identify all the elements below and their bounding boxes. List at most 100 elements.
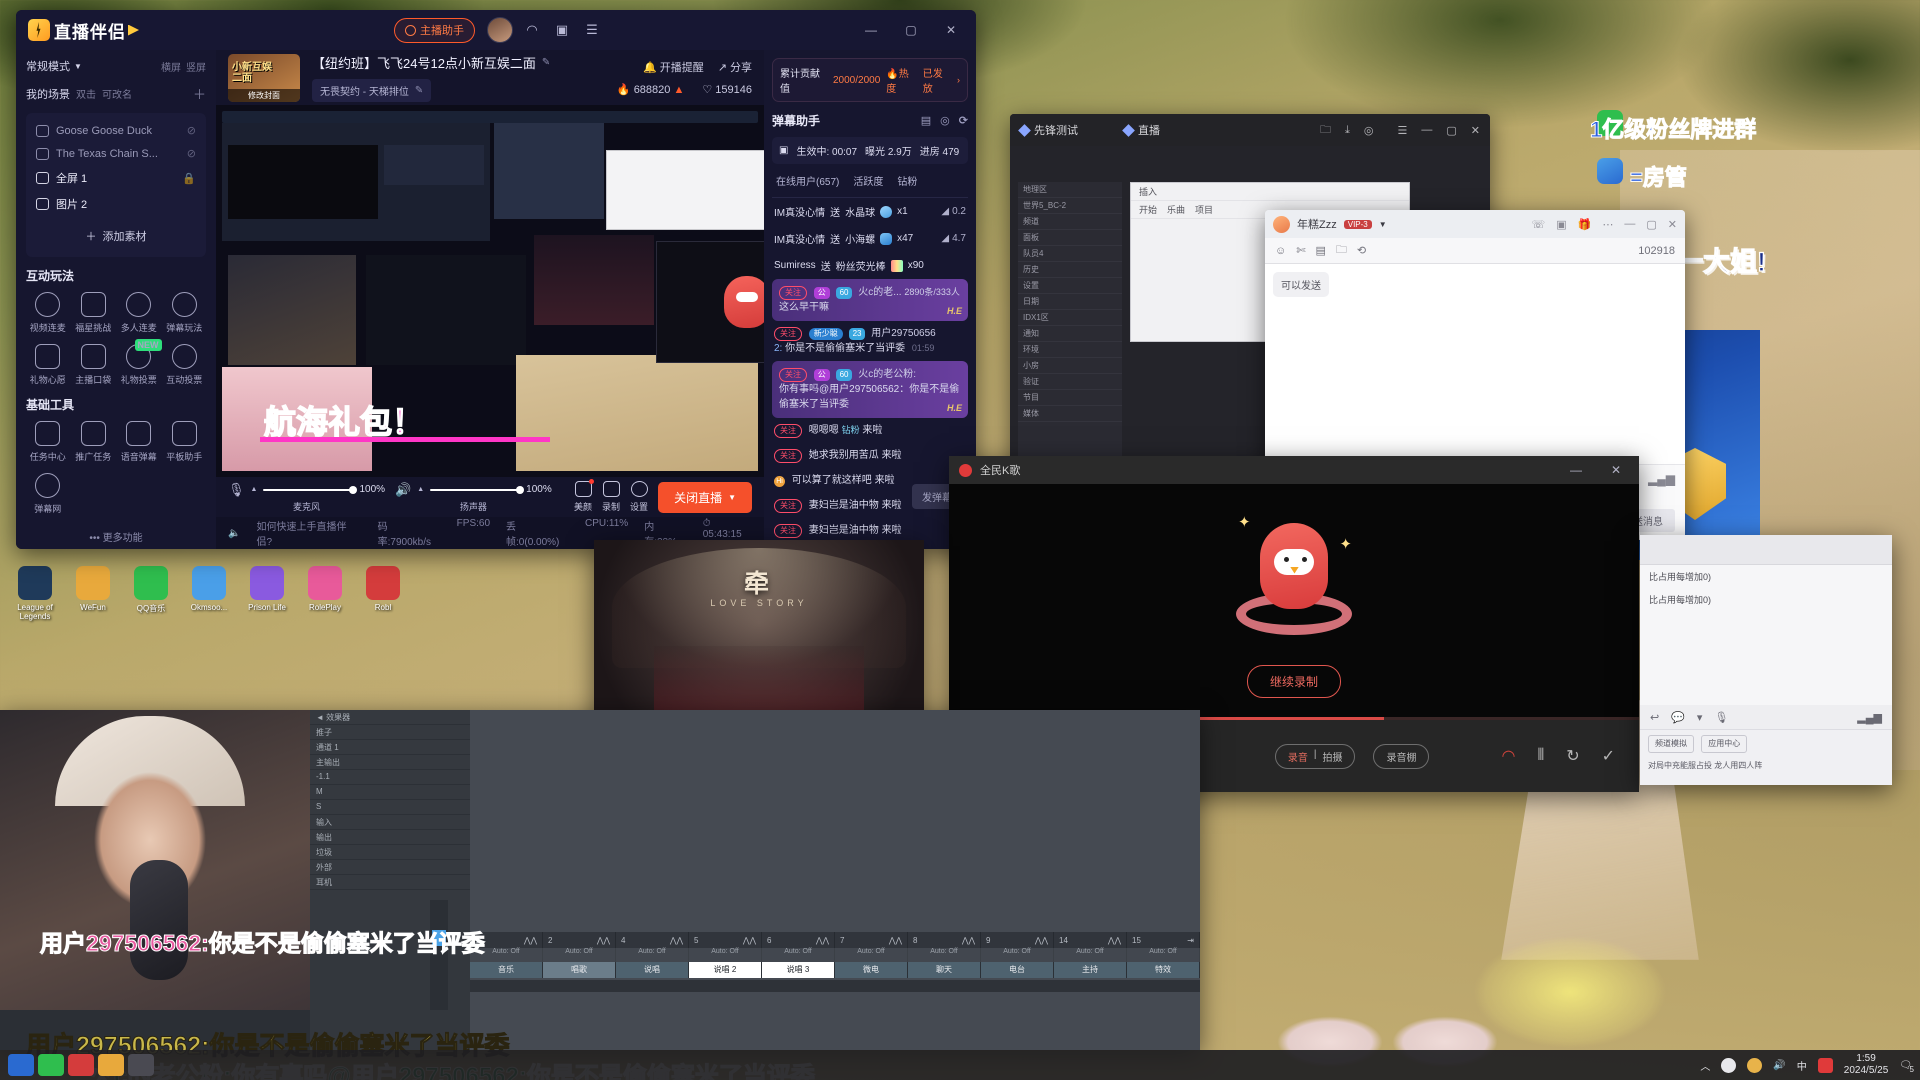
track-row[interactable]: M: [310, 785, 470, 800]
track-row[interactable]: 垃圾: [310, 845, 470, 860]
automation-cell[interactable]: Auto: Off: [543, 948, 616, 962]
close-button[interactable]: ✕: [938, 19, 964, 41]
stream-preview[interactable]: 航海礼包！: [216, 105, 764, 477]
comment-icon[interactable]: 💬: [1671, 711, 1685, 724]
video-icon[interactable]: ▣: [1556, 218, 1566, 231]
maximize-button[interactable]: ▢: [1446, 124, 1456, 137]
mic-control[interactable]: 🎙 ▲ 100% 麦克风: [228, 482, 385, 513]
follow-tag[interactable]: 关注: [774, 327, 802, 341]
sogou-icon[interactable]: [1817, 1057, 1833, 1073]
more-functions-button[interactable]: ••• 更多功能: [26, 529, 206, 544]
automation-cell[interactable]: Auto: Off: [762, 948, 835, 962]
automation-cell[interactable]: Auto: Off: [981, 948, 1054, 962]
mode-toggle[interactable]: 录音 | 拍摄: [1274, 743, 1356, 769]
minimize-button[interactable]: —: [1421, 124, 1432, 136]
tool-voice-danmu[interactable]: 语音弹幕: [117, 421, 161, 463]
avatar[interactable]: [487, 17, 513, 43]
horizontal-screen-option[interactable]: 横屏: [161, 59, 181, 74]
daw-track-list[interactable]: ◄ 效果器 推子 通道 1 主输出 -1.1 M S 输入 输出 垃圾 外部 耳…: [310, 710, 470, 930]
channel-header[interactable]: 2 ⋀⋀: [543, 932, 616, 948]
follow-tag[interactable]: 关注: [779, 368, 807, 382]
mic-icon[interactable]: 🎙: [1714, 711, 1728, 724]
automation-cell[interactable]: Auto: Off: [908, 948, 981, 962]
list-item[interactable]: 媒体: [1018, 406, 1122, 422]
tool-multi-mic[interactable]: 多人连麦: [117, 292, 161, 334]
list-item[interactable]: 地理区: [1018, 182, 1122, 198]
desktop-icon[interactable]: WeFun: [62, 566, 124, 612]
chevron-down-icon[interactable]: ▼: [1379, 220, 1387, 229]
follow-tag[interactable]: 关注: [774, 449, 802, 463]
ime-language-indicator[interactable]: 中: [1797, 1058, 1807, 1073]
channel-name[interactable]: 音乐: [470, 962, 543, 978]
vertical-screen-option[interactable]: 竖屏: [186, 59, 206, 74]
desktop-icon[interactable]: QQ音乐: [120, 566, 182, 614]
eye-off-icon[interactable]: ⊘: [187, 147, 196, 160]
automation-cell[interactable]: Auto: Off: [1054, 948, 1127, 962]
follow-tag[interactable]: 关注: [779, 286, 807, 300]
desktop-icon[interactable]: Prison Life: [236, 566, 298, 612]
tool-shield-star[interactable]: 福星挑战: [72, 292, 116, 334]
stream-cover[interactable]: 小新互娱 二面 修改封面: [228, 53, 300, 102]
tool-gift-wish[interactable]: 礼物心愿: [26, 344, 70, 386]
track-row[interactable]: ◄ 效果器: [310, 710, 470, 725]
studio-button[interactable]: 录音棚: [1373, 743, 1430, 769]
list-view-icon[interactable]: ▤: [921, 114, 931, 127]
scene-item[interactable]: 全屏 1 🔒: [32, 165, 200, 191]
category-tag[interactable]: 无畏契约 - 天梯排位 ✎: [312, 79, 432, 102]
volume-icon[interactable]: 🔊: [1773, 1060, 1785, 1071]
desktop-icon[interactable]: League of Legends: [4, 566, 66, 621]
follow-tag[interactable]: 关注: [774, 524, 802, 538]
menu-icon[interactable]: ☰: [581, 19, 603, 41]
list-item[interactable]: 设置: [1018, 278, 1122, 294]
chevron-up-icon[interactable]: ︿: [1700, 1058, 1710, 1073]
desktop-icon[interactable]: RolePlay: [294, 566, 356, 612]
equalizer-icon[interactable]: ⫴: [1537, 747, 1544, 765]
speaker-control[interactable]: 🔊 ▲ 100% 扬声器: [395, 482, 552, 513]
maximize-button[interactable]: ▢: [898, 19, 924, 41]
folder-icon[interactable]: 🗀: [1320, 121, 1331, 140]
close-button[interactable]: ✕: [1471, 124, 1480, 137]
taskbar-item-browser[interactable]: [8, 1054, 34, 1076]
automation-cell[interactable]: Auto: Off: [616, 948, 689, 962]
notification-icon[interactable]: 🗨 5: [1899, 1060, 1914, 1074]
tool-danmu-play[interactable]: 弹幕玩法: [163, 292, 207, 334]
automation-cell[interactable]: Auto: Off: [689, 948, 762, 962]
channel-header[interactable]: 8 ⋀⋀: [908, 932, 981, 948]
channel-sim-button[interactable]: 频道模拟: [1648, 735, 1694, 753]
track-row[interactable]: 通道 1: [310, 740, 470, 755]
list-item[interactable]: IDX1区: [1018, 310, 1122, 326]
follow-tag[interactable]: 关注: [774, 424, 802, 438]
minimize-button[interactable]: —: [1624, 218, 1635, 231]
list-item[interactable]: 环境: [1018, 342, 1122, 358]
track-row[interactable]: S: [310, 800, 470, 815]
channel-header[interactable]: 4 ⋀⋀: [616, 932, 689, 948]
automation-cell[interactable]: Auto: Off: [1127, 948, 1200, 962]
close-button[interactable]: ✕: [1668, 218, 1677, 231]
channel-name[interactable]: 说唱: [616, 962, 689, 978]
tab-activity[interactable]: 活跃度: [853, 173, 883, 188]
minimize-button[interactable]: —: [1563, 459, 1589, 481]
grid-icon[interactable]: ▣: [551, 19, 573, 41]
image-icon[interactable]: ▤: [1315, 244, 1325, 257]
list-item[interactable]: 频道: [1018, 214, 1122, 230]
taskbar-item-ksong[interactable]: [68, 1054, 94, 1076]
mic-slider[interactable]: [263, 485, 358, 494]
list-item[interactable]: 面板: [1018, 230, 1122, 246]
project-label[interactable]: 项目: [1195, 203, 1213, 216]
automation-cell[interactable]: Auto: Off: [835, 948, 908, 962]
screenshot-icon[interactable]: ✄: [1296, 244, 1305, 257]
scene-item[interactable]: Goose Goose Duck ⊘: [32, 119, 200, 142]
list-item[interactable]: 队员4: [1018, 246, 1122, 262]
record-button[interactable]: 录制: [602, 481, 620, 513]
channel-name[interactable]: 电台: [981, 962, 1054, 978]
edit-category-icon[interactable]: ✎: [415, 85, 423, 96]
confirm-icon[interactable]: ✓: [1602, 746, 1615, 766]
list-item[interactable]: 通知: [1018, 326, 1122, 342]
speaker-slider[interactable]: [430, 485, 525, 494]
headset-icon[interactable]: ◠: [1501, 746, 1515, 766]
streamer-assistant-button[interactable]: 主播助手: [394, 17, 475, 43]
list-item[interactable]: 日期: [1018, 294, 1122, 310]
mute-button[interactable]: M: [316, 787, 323, 796]
edit-title-icon[interactable]: ✎: [542, 57, 550, 68]
file-icon[interactable]: 🗀: [1336, 241, 1347, 260]
